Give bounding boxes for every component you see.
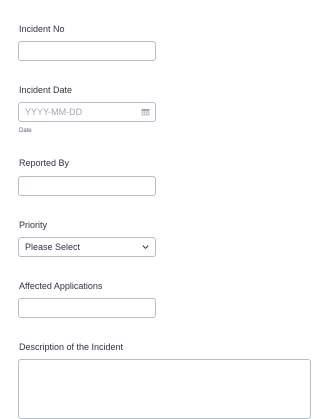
- reported-by-label: Reported By: [19, 158, 70, 168]
- priority-label: Priority: [19, 220, 48, 230]
- incident-no-label: Incident No: [19, 24, 65, 34]
- incident-date-field[interactable]: [18, 102, 156, 122]
- incident-no-input[interactable]: [18, 41, 156, 61]
- description-textarea[interactable]: [18, 359, 311, 419]
- priority-selected-value: Please Select: [25, 242, 81, 252]
- affected-applications-input[interactable]: [18, 298, 156, 318]
- incident-date-input[interactable]: [19, 103, 134, 121]
- reported-by-input[interactable]: [18, 176, 156, 196]
- incident-date-sublabel: Date: [19, 128, 32, 134]
- description-label: Description of the Incident: [19, 342, 124, 352]
- incident-date-label: Incident Date: [19, 85, 73, 95]
- calendar-icon[interactable]: [141, 108, 150, 116]
- priority-select[interactable]: Please Select: [18, 237, 156, 257]
- chevron-down-icon: [142, 245, 149, 250]
- affected-applications-label: Affected Applications: [19, 281, 103, 291]
